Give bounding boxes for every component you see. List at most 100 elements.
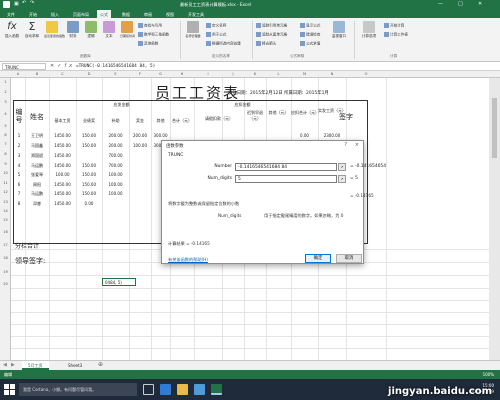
column-header-e[interactable]: E — [102, 72, 129, 76]
ok-button[interactable]: 确定 — [305, 254, 331, 263]
column-header-j[interactable]: J — [222, 72, 244, 76]
column-header-b[interactable]: B — [25, 72, 49, 76]
calculate-sheet-button[interactable]: 计算工作表 — [384, 32, 408, 38]
row-header[interactable]: 4 — [0, 112, 11, 116]
active-cell[interactable]: 0484, 5) — [102, 278, 136, 286]
sheet-tab-sheet3[interactable]: Sheet3 — [62, 361, 88, 370]
zoom-level[interactable]: 100% — [483, 372, 494, 377]
recent-functions-button[interactable]: 最近使用的函数 — [44, 21, 65, 38]
tab-insert[interactable]: 插入 — [48, 10, 62, 18]
column-header-i[interactable]: I — [194, 72, 222, 76]
trace-dependents-button[interactable]: 追踪从属单元格 — [256, 32, 287, 38]
trace-precedents-button[interactable]: 追踪引用单元格 — [256, 23, 287, 29]
tab-file[interactable]: 文件 — [4, 10, 18, 18]
row-header[interactable]: 18 — [0, 256, 11, 260]
excel-taskbar-icon[interactable] — [211, 384, 222, 395]
row-header[interactable]: 11 — [0, 181, 11, 185]
row-header[interactable]: 16 — [0, 230, 11, 234]
dialog-close-icon[interactable]: × — [355, 142, 359, 148]
column-header-k[interactable]: K — [244, 72, 266, 76]
text-button[interactable]: 文本 — [102, 21, 116, 39]
tab-data[interactable]: 数据 — [119, 10, 133, 18]
autosum-button[interactable]: Σ 自动求和 — [24, 21, 40, 39]
formula-input[interactable]: =TRUNC(-0.1416546541684 84, 5) — [76, 64, 496, 71]
collapse-dialog-button[interactable]: ↗ — [338, 175, 346, 183]
task-view-icon[interactable] — [143, 384, 154, 395]
row-header[interactable]: 6 — [0, 133, 11, 137]
more-functions-button[interactable]: 其他函数 — [138, 41, 158, 47]
row-header[interactable]: 10 — [0, 171, 11, 175]
column-header-n[interactable]: N — [318, 72, 346, 76]
logical-button[interactable]: 逻辑 — [84, 21, 98, 39]
file-explorer-icon[interactable] — [177, 384, 188, 395]
row-header[interactable]: 7 — [0, 142, 11, 146]
sheet-tab-may-salary[interactable]: 5月工资 — [22, 361, 49, 370]
number-arg-input[interactable]: -0.1416546541684 84 — [235, 163, 337, 171]
error-checking-button[interactable]: 错误检查 — [300, 32, 320, 38]
create-from-selection-button[interactable]: 根据所选内容创建 — [206, 41, 241, 47]
name-box[interactable]: TRUNC — [2, 63, 46, 70]
tab-formulas[interactable]: 公式 — [97, 10, 111, 18]
row-header[interactable]: 1 — [0, 80, 11, 84]
collapse-dialog-button[interactable]: ↗ — [338, 163, 346, 171]
row-header[interactable]: 3 — [0, 100, 11, 104]
cortana-search-box[interactable]: 我是 Cortana，小娜。有问题尽管问我。 — [19, 383, 137, 396]
num-digits-arg-input[interactable]: 5 — [235, 175, 337, 183]
financial-button[interactable]: 财务 — [66, 21, 80, 39]
column-header-o[interactable]: O — [346, 72, 386, 76]
undo-icon[interactable]: ↶ — [22, 0, 26, 6]
scrollbar-thumb[interactable] — [492, 98, 497, 158]
tab-view[interactable]: 视图 — [163, 10, 177, 18]
add-sheet-icon[interactable]: ⊕ — [98, 361, 103, 368]
column-header-h[interactable]: H — [170, 72, 194, 76]
help-icon[interactable]: ? — [344, 142, 347, 148]
column-header-c[interactable]: C — [49, 72, 76, 76]
minimize-button[interactable]: — — [438, 1, 443, 7]
row-header[interactable]: 17 — [0, 243, 11, 247]
redo-icon[interactable]: ↷ — [30, 0, 34, 6]
row-header[interactable]: 5 — [0, 124, 11, 128]
row-header[interactable]: 8 — [0, 152, 11, 156]
prev-sheet-icon[interactable]: ◀ — [3, 362, 7, 368]
name-manager-button[interactable]: 名称管理器 — [184, 21, 202, 38]
row-header[interactable]: 12 — [0, 190, 11, 194]
calculate-now-button[interactable]: 开始计算 — [384, 23, 404, 29]
tab-review[interactable]: 审阅 — [141, 10, 155, 18]
save-icon[interactable]: ▣ — [14, 1, 19, 7]
watch-window-button[interactable]: 监视窗口 — [330, 21, 348, 39]
insert-function-button[interactable]: fx 插入函数 — [4, 21, 20, 39]
tab-developer[interactable]: 开发工具 — [185, 10, 207, 18]
windows-start-icon[interactable] — [4, 384, 15, 395]
column-header-m[interactable]: M — [291, 72, 318, 76]
row-header[interactable]: 19 — [0, 270, 11, 274]
tab-home[interactable]: 开始 — [26, 10, 40, 18]
show-formulas-button[interactable]: 显示公式 — [300, 23, 320, 29]
column-header-l[interactable]: L — [266, 72, 291, 76]
math-trig-button[interactable]: 数学和三角函数 — [138, 32, 169, 38]
column-header-f[interactable]: F — [129, 72, 151, 76]
row-header[interactable]: 14 — [0, 209, 11, 213]
row-header[interactable]: 13 — [0, 200, 11, 204]
edge-icon[interactable] — [160, 384, 171, 395]
lookup-reference-button[interactable]: 查找与引用 — [138, 23, 162, 29]
date-time-button[interactable]: 日期和时间 — [120, 21, 135, 38]
row-header[interactable]: 20 — [0, 282, 11, 286]
fx-icon[interactable]: fx — [64, 63, 75, 69]
row-header[interactable]: 15 — [0, 218, 11, 222]
remove-arrows-button[interactable]: 移去箭头 — [256, 41, 276, 47]
column-header-g[interactable]: G — [151, 72, 170, 76]
row-header[interactable]: 2 — [0, 90, 11, 94]
column-header-a[interactable]: A — [11, 72, 25, 76]
function-help-link[interactable]: 有关该函数的帮助(H) — [168, 257, 208, 263]
column-header-d[interactable]: D — [76, 72, 102, 76]
store-icon[interactable] — [194, 384, 205, 395]
next-sheet-icon[interactable]: ▶ — [11, 362, 15, 368]
define-name-button[interactable]: 定义名称 — [206, 23, 226, 29]
evaluate-formula-button[interactable]: 公式求值 — [300, 41, 320, 47]
cancel-button[interactable]: 取消 — [336, 254, 362, 263]
close-button[interactable]: ✕ — [478, 1, 482, 7]
calculation-options-button[interactable]: 计算选项 — [360, 21, 378, 39]
maximize-button[interactable]: □ — [458, 1, 463, 7]
row-header[interactable]: 9 — [0, 162, 11, 166]
use-in-formula-button[interactable]: 用于公式 — [206, 32, 226, 38]
